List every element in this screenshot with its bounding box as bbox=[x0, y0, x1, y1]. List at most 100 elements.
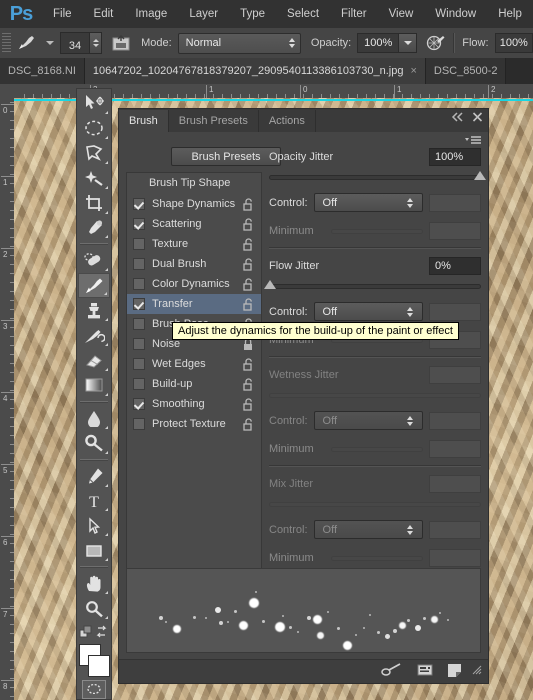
checkbox[interactable] bbox=[133, 258, 145, 270]
lock-open-icon[interactable] bbox=[243, 238, 254, 254]
menu-file[interactable]: File bbox=[42, 0, 83, 28]
crop-tool[interactable] bbox=[78, 191, 110, 216]
history-brush-tool[interactable] bbox=[78, 323, 110, 348]
brush-stroke-toggle-icon[interactable] bbox=[381, 663, 403, 680]
brush-size-stepper[interactable] bbox=[90, 32, 102, 54]
slider-thumb[interactable] bbox=[474, 171, 486, 180]
move-tool[interactable] bbox=[78, 91, 110, 116]
minimum-slider[interactable] bbox=[331, 228, 423, 234]
section-slider[interactable] bbox=[264, 280, 481, 289]
control-extra-field[interactable] bbox=[429, 411, 481, 430]
control-extra-field[interactable] bbox=[429, 302, 481, 321]
checkbox[interactable] bbox=[133, 398, 145, 410]
section-value-field[interactable] bbox=[429, 366, 481, 384]
minimum-slider[interactable] bbox=[331, 555, 423, 561]
zoom-tool[interactable] bbox=[78, 596, 110, 621]
brush-preset-icon[interactable] bbox=[15, 32, 40, 54]
lock-open-icon[interactable] bbox=[243, 278, 254, 294]
lock-open-icon[interactable] bbox=[243, 418, 254, 434]
minimum-value-field[interactable] bbox=[429, 222, 481, 240]
options-bar-grip[interactable] bbox=[2, 33, 11, 53]
background-color-swatch[interactable] bbox=[88, 655, 110, 678]
brush-option-transfer[interactable]: Transfer bbox=[127, 294, 261, 314]
control-extra-field[interactable] bbox=[429, 193, 481, 212]
brush-option-build-up[interactable]: Build-up bbox=[127, 374, 261, 394]
tablet-pressure-toggle-icon[interactable] bbox=[417, 663, 433, 680]
flow-field[interactable]: 100% bbox=[494, 33, 533, 53]
tab-actions[interactable]: Actions bbox=[258, 110, 316, 132]
brush-tool[interactable] bbox=[78, 273, 110, 299]
gradient-tool[interactable] bbox=[78, 373, 110, 398]
opacity-chevron-down-icon[interactable] bbox=[399, 33, 418, 53]
menu-layer[interactable]: Layer bbox=[178, 0, 229, 28]
lasso-tool[interactable] bbox=[78, 141, 110, 166]
brush-option-color-dynamics[interactable]: Color Dynamics bbox=[127, 274, 261, 294]
eraser-tool[interactable] bbox=[78, 348, 110, 373]
checkbox[interactable] bbox=[133, 238, 145, 250]
brush-option-protect-texture[interactable]: Protect Texture bbox=[127, 414, 261, 434]
tablet-pressure-icon[interactable] bbox=[110, 33, 131, 53]
lock-open-icon[interactable] bbox=[243, 378, 254, 394]
path-selection-tool[interactable] bbox=[78, 513, 110, 538]
brush-option-texture[interactable]: Texture bbox=[127, 234, 261, 254]
lock-open-icon[interactable] bbox=[243, 258, 254, 274]
lock-open-icon[interactable] bbox=[243, 218, 254, 234]
checkbox[interactable] bbox=[133, 278, 145, 290]
menu-image[interactable]: Image bbox=[124, 0, 178, 28]
brush-presets-button[interactable]: Brush Presets bbox=[171, 147, 281, 166]
section-slider[interactable] bbox=[269, 393, 481, 398]
menu-edit[interactable]: Edit bbox=[83, 0, 125, 28]
spot-healing-brush-tool[interactable] bbox=[78, 248, 110, 273]
checkbox[interactable] bbox=[133, 358, 145, 370]
elliptical-marquee-tool[interactable] bbox=[78, 116, 110, 141]
menu-window[interactable]: Window bbox=[424, 0, 487, 28]
blend-mode-select[interactable]: Normal bbox=[177, 32, 301, 54]
new-brush-preset-icon[interactable] bbox=[447, 663, 462, 681]
opacity-field[interactable]: 100% bbox=[357, 33, 400, 53]
close-icon[interactable]: × bbox=[410, 65, 416, 77]
resize-grip[interactable] bbox=[472, 665, 482, 678]
lock-open-icon[interactable] bbox=[243, 398, 254, 414]
menu-view[interactable]: View bbox=[378, 0, 425, 28]
menu-help[interactable]: Help bbox=[487, 0, 533, 28]
dodge-tool[interactable] bbox=[78, 431, 110, 456]
checkbox[interactable] bbox=[133, 338, 145, 350]
menu-filter[interactable]: Filter bbox=[330, 0, 378, 28]
brush-size-field[interactable]: 34 bbox=[59, 32, 91, 54]
checkbox[interactable] bbox=[133, 218, 145, 230]
control-select[interactable]: Off bbox=[313, 302, 424, 321]
brush-preset-chevron-down-icon[interactable] bbox=[45, 41, 54, 45]
brush-option-scattering[interactable]: Scattering bbox=[127, 214, 261, 234]
control-select[interactable]: Off bbox=[313, 411, 424, 430]
section-value-field[interactable]: 0% bbox=[429, 257, 481, 275]
brush-option-smoothing[interactable]: Smoothing bbox=[127, 394, 261, 414]
lock-open-icon[interactable] bbox=[243, 198, 254, 214]
menu-select[interactable]: Select bbox=[276, 0, 330, 28]
tab-brush[interactable]: Brush bbox=[119, 110, 169, 132]
menu-type[interactable]: Type bbox=[229, 0, 276, 28]
section-slider[interactable] bbox=[269, 171, 486, 180]
checkbox[interactable] bbox=[133, 298, 145, 310]
lock-closed-icon[interactable] bbox=[243, 338, 254, 354]
clone-stamp-tool[interactable] bbox=[78, 298, 110, 323]
minimum-slider[interactable] bbox=[331, 446, 423, 452]
panel-menu-icon[interactable] bbox=[464, 135, 482, 146]
checkbox[interactable] bbox=[133, 318, 145, 330]
brush-tip-shape-item[interactable]: Brush Tip Shape bbox=[127, 173, 261, 194]
section-slider[interactable] bbox=[269, 502, 481, 507]
blur-tool[interactable] bbox=[78, 406, 110, 431]
brush-option-dual-brush[interactable]: Dual Brush bbox=[127, 254, 261, 274]
tab-brush-presets[interactable]: Brush Presets bbox=[168, 110, 259, 132]
checkbox[interactable] bbox=[133, 418, 145, 430]
eyedropper-tool[interactable] bbox=[78, 216, 110, 241]
rectangle-tool[interactable] bbox=[78, 538, 110, 563]
document-tab-2[interactable]: 10647202_10204767818379207_2909540113386… bbox=[84, 58, 426, 84]
color-swatches[interactable] bbox=[78, 644, 110, 678]
color-controls-row[interactable] bbox=[78, 621, 110, 642]
collapse-icon[interactable] bbox=[451, 112, 464, 125]
minimum-value-field[interactable] bbox=[429, 440, 481, 458]
section-value-field[interactable]: 100% bbox=[429, 148, 481, 166]
control-select[interactable]: Off bbox=[313, 193, 424, 212]
hand-tool[interactable] bbox=[78, 571, 110, 596]
lock-open-icon[interactable] bbox=[243, 298, 254, 314]
